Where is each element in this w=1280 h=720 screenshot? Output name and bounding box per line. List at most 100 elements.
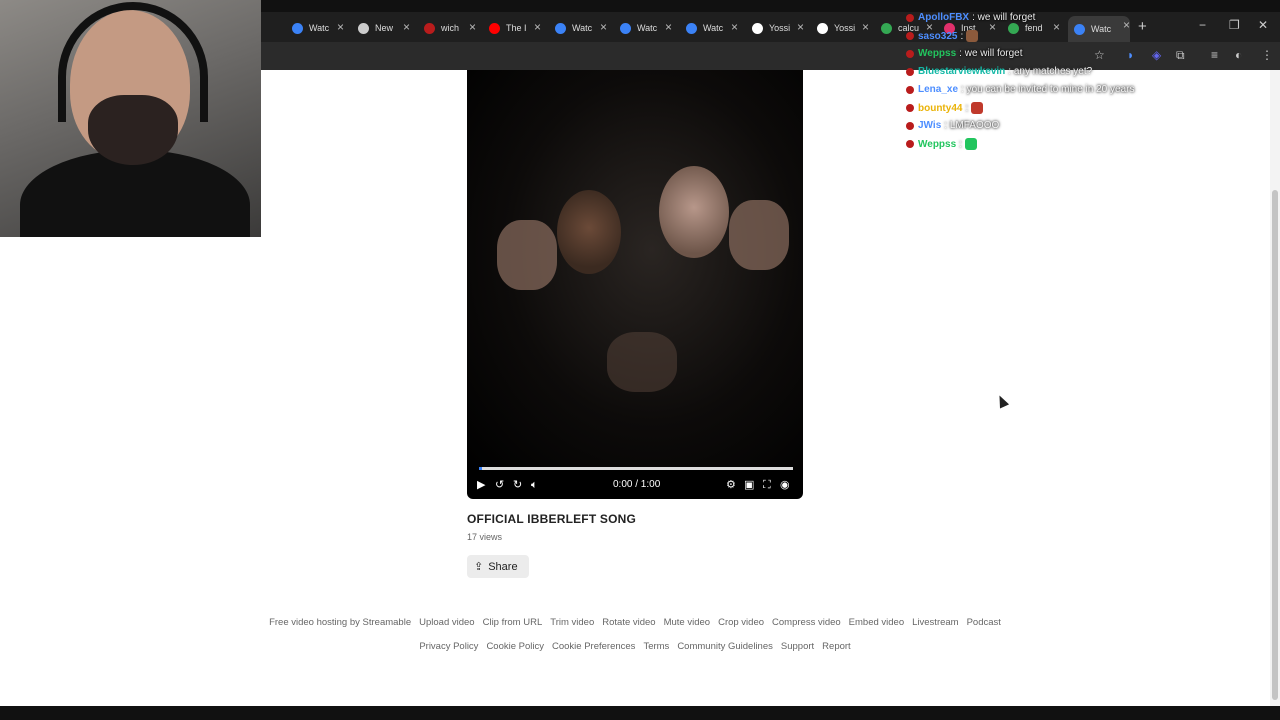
media-controls-icon[interactable]: ≡ xyxy=(1211,48,1218,62)
close-tab-icon[interactable]: × xyxy=(403,20,410,34)
mouse-cursor-icon xyxy=(994,393,1010,409)
footer-link[interactable]: Embed video xyxy=(849,617,904,628)
browser-tab[interactable]: New × xyxy=(358,18,410,38)
video-hand-right xyxy=(729,200,789,270)
chat-badge-icon xyxy=(906,140,914,148)
video-person-left xyxy=(557,190,621,274)
settings-gear-icon[interactable]: ⚙ xyxy=(726,478,736,492)
chat-badge-icon xyxy=(906,49,914,58)
streamer-webcam-overlay xyxy=(0,0,261,237)
chat-message: Weppss: xyxy=(906,138,977,150)
google-icon xyxy=(1008,22,1019,34)
chat-message: ApolloFBX: we will forget xyxy=(906,12,1035,23)
close-tab-icon[interactable]: × xyxy=(337,20,344,34)
close-tab-icon[interactable]: × xyxy=(600,20,607,34)
footer-link[interactable]: Cookie Preferences xyxy=(552,641,635,652)
x-icon xyxy=(817,22,828,34)
footer-link[interactable]: Rotate video xyxy=(602,617,655,628)
browser-tab[interactable]: Yossi × xyxy=(752,18,804,38)
close-tab-icon[interactable]: × xyxy=(797,20,804,34)
footer-link[interactable]: Trim video xyxy=(550,617,594,628)
footer-link[interactable]: Crop video xyxy=(718,617,764,628)
volume-icon[interactable]: 🔈︎ xyxy=(531,478,538,492)
chat-emote-icon xyxy=(964,138,977,150)
maximize-icon[interactable]: ❐ xyxy=(1229,18,1240,32)
browser-tab-label: Watc xyxy=(703,23,724,33)
minimize-icon[interactable]: − xyxy=(1199,18,1206,32)
close-tab-icon[interactable]: × xyxy=(731,20,738,34)
streamable-logo-icon[interactable]: ◉ xyxy=(780,478,790,492)
extension-audio-icon[interactable]: ◗ xyxy=(1127,48,1134,62)
browser-tab[interactable]: Watc × xyxy=(555,18,607,38)
chat-message: JWis: LMFAOOO xyxy=(906,120,999,131)
video-hand-left xyxy=(497,220,557,290)
close-tab-icon[interactable]: × xyxy=(1123,18,1130,32)
chat-username: bounty44 xyxy=(918,102,963,114)
close-tab-icon[interactable]: × xyxy=(665,20,672,34)
close-tab-icon[interactable]: × xyxy=(534,20,541,34)
footer-link[interactable]: Support xyxy=(781,641,814,652)
share-button[interactable]: ⇪ Share xyxy=(467,555,529,578)
footer-link[interactable]: Upload video xyxy=(419,617,474,628)
share-button-label: Share xyxy=(488,560,518,573)
browser-tab[interactable]: wich × xyxy=(424,18,476,38)
footer-link[interactable]: Free video hosting by Streamable xyxy=(269,617,411,628)
rewind-icon[interactable]: ↺ xyxy=(495,478,504,492)
chrome-icon xyxy=(358,22,369,34)
chat-message-text: : we will forget xyxy=(972,12,1036,23)
chat-message-text: : we will forget xyxy=(959,48,1023,59)
play-icon[interactable]: ▶ xyxy=(477,478,485,492)
bookmark-star-icon[interactable]: ☆ xyxy=(1094,48,1105,62)
video-frame xyxy=(467,70,803,470)
video-player[interactable]: ▶ ↺ ↻ 🔈︎ 0:00 / 1:00 ⚙ ▣ ⛶ ◉ xyxy=(467,70,803,499)
chat-username: Lena_xe xyxy=(918,84,959,95)
browser-tab[interactable]: Watc × xyxy=(686,18,738,38)
close-tab-icon[interactable]: × xyxy=(469,20,476,34)
fullscreen-icon[interactable]: ⛶ xyxy=(763,478,771,492)
chat-badge-icon xyxy=(906,104,914,112)
chat-badge-icon xyxy=(906,121,914,130)
streamable-icon xyxy=(555,22,566,34)
extensions-puzzle-icon[interactable]: ⧉ xyxy=(1176,48,1185,63)
chat-username: Bluestarviewkevin xyxy=(918,66,1006,77)
footer-link[interactable]: Clip from URL xyxy=(483,617,543,628)
player-controls: ▶ ↺ ↻ 🔈︎ 0:00 / 1:00 ⚙ ▣ ⛶ ◉ xyxy=(467,475,803,495)
close-window-icon[interactable]: ✕ xyxy=(1258,18,1268,32)
youtube-icon xyxy=(489,22,500,34)
footer-link[interactable]: Community Guidelines xyxy=(677,641,773,652)
browser-tab[interactable]: Watc × xyxy=(1068,16,1130,42)
close-tab-icon[interactable]: × xyxy=(862,20,869,34)
footer-link[interactable]: Privacy Policy xyxy=(419,641,478,652)
new-tab-button[interactable]: + xyxy=(1138,18,1147,35)
chat-message: Weppss: we will forget xyxy=(906,48,1023,59)
streamable-icon xyxy=(1074,23,1085,35)
chat-message: bounty44: xyxy=(906,102,984,114)
forward-icon[interactable]: ↻ xyxy=(513,478,522,492)
footer-link[interactable]: Terms xyxy=(643,641,669,652)
scrollbar-thumb[interactable] xyxy=(1272,190,1278,700)
footer-link[interactable]: Compress video xyxy=(772,617,841,628)
chat-username: JWis xyxy=(918,120,942,131)
profile-avatar-icon[interactable]: ◐ xyxy=(1235,48,1242,62)
screen-bottom-strip xyxy=(0,706,1280,720)
browser-tab[interactable]: Watc × xyxy=(292,18,344,38)
browser-tab[interactable]: Yossi × xyxy=(817,18,869,38)
chat-username: ApolloFBX xyxy=(918,12,970,23)
footer-link[interactable]: Report xyxy=(822,641,851,652)
footer-link[interactable]: Cookie Policy xyxy=(486,641,544,652)
site-icon xyxy=(424,22,435,34)
footer-link[interactable]: Livestream xyxy=(912,617,958,628)
extension-shield-icon[interactable]: ◈ xyxy=(1152,48,1161,62)
browser-tab-label: Watc xyxy=(637,23,658,33)
video-progress-bar[interactable] xyxy=(479,467,793,470)
browser-menu-icon[interactable]: ⋮ xyxy=(1261,48,1273,62)
browser-tab-label: Yossi xyxy=(834,23,856,33)
browser-tab-label: The I xyxy=(506,23,527,33)
picture-in-picture-icon[interactable]: ▣ xyxy=(744,478,754,492)
footer-link[interactable]: Mute video xyxy=(664,617,710,628)
page-scrollbar[interactable] xyxy=(1270,70,1280,706)
footer-link[interactable]: Podcast xyxy=(967,617,1001,628)
browser-tab[interactable]: The I × xyxy=(489,18,541,38)
browser-tab[interactable]: Watc × xyxy=(620,18,672,38)
close-tab-icon[interactable]: × xyxy=(1053,20,1060,34)
